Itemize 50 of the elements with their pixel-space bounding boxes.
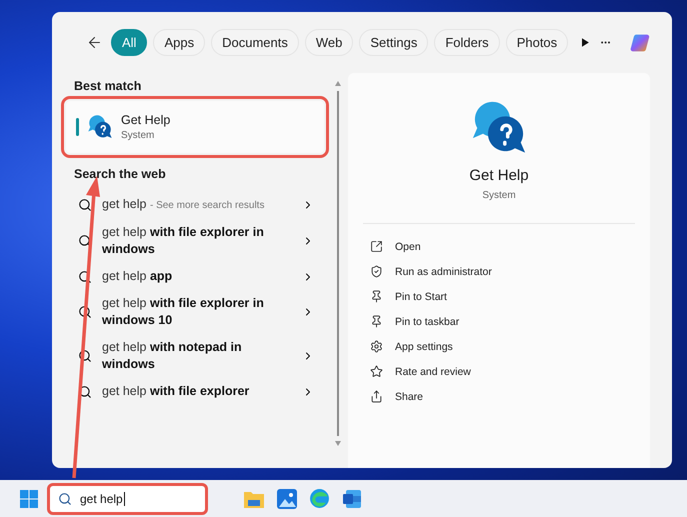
selection-indicator <box>76 118 79 136</box>
action-item[interactable]: Pin to Start <box>370 284 650 309</box>
filter-tab[interactable]: Web <box>304 29 354 56</box>
shield-icon <box>370 265 383 278</box>
web-result[interactable]: get help with file explorer in windows 10 <box>102 295 287 329</box>
web-result[interactable]: get help with notepad in windows <box>102 339 287 373</box>
more-icon[interactable] <box>601 41 610 44</box>
action-item[interactable]: Pin to taskbar <box>370 309 650 334</box>
search-icon <box>78 234 92 248</box>
app-title: Get Help <box>469 167 529 184</box>
search-icon <box>78 349 92 363</box>
back-icon[interactable] <box>86 34 103 51</box>
next-icon[interactable] <box>582 37 590 48</box>
section-heading: Search the web <box>73 166 167 183</box>
taskbar-search-field[interactable]: get help <box>50 486 205 512</box>
document-app-icon[interactable] <box>342 488 362 508</box>
app-category: System <box>482 190 516 201</box>
action-item[interactable]: App settings <box>370 334 650 359</box>
app-title: Get Help <box>121 113 170 127</box>
section-heading: Best match <box>73 78 142 95</box>
chat-help-icon <box>87 114 113 140</box>
star-icon <box>370 365 383 378</box>
filter-tab[interactable]: All <box>111 29 148 56</box>
filter-tab[interactable]: Documents <box>211 29 299 56</box>
filter-tab[interactable]: Photos <box>506 29 568 56</box>
pin-icon <box>370 315 383 328</box>
filter-tab[interactable]: Apps <box>153 29 206 56</box>
web-result[interactable]: get help - See more search results <box>102 196 287 214</box>
web-result[interactable]: get help with file explorer <box>102 383 287 400</box>
search-icon <box>78 270 92 284</box>
filter-tab[interactable]: Settings <box>359 29 428 56</box>
web-result[interactable]: get help with file explorer in windows <box>102 224 287 258</box>
photos-icon[interactable] <box>277 488 297 508</box>
web-result[interactable]: get help app <box>102 268 287 285</box>
start-icon[interactable] <box>20 490 38 508</box>
search-icon <box>58 492 72 506</box>
app-category: System <box>121 130 156 141</box>
filter-tab[interactable]: Folders <box>434 29 500 56</box>
share-icon <box>370 390 383 403</box>
browser-icon[interactable] <box>309 488 330 509</box>
action-item[interactable]: Share <box>370 384 650 409</box>
search-icon <box>78 198 92 212</box>
search-icon <box>78 305 92 319</box>
action-item[interactable]: Open <box>370 234 650 259</box>
action-item[interactable]: Run as administrator <box>370 259 650 284</box>
settings-icon <box>370 340 383 353</box>
pin-icon <box>370 290 383 303</box>
open-external-icon <box>370 240 383 253</box>
action-item[interactable]: Rate and review <box>370 359 650 384</box>
best-match-item[interactable]: Get Help System <box>66 101 324 153</box>
